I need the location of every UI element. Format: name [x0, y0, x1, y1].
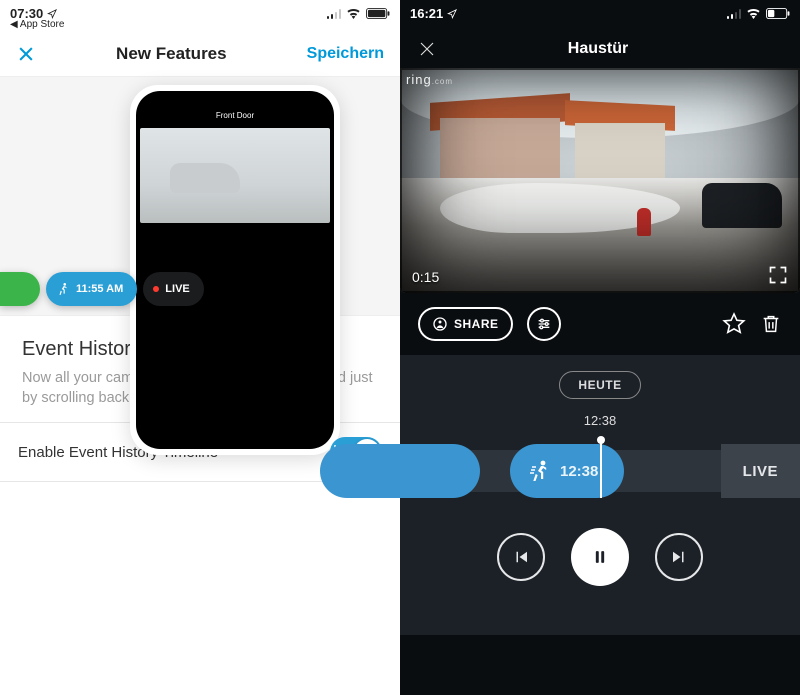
close-icon — [418, 40, 436, 58]
favorite-button[interactable] — [722, 312, 746, 336]
motion-icon — [56, 282, 70, 296]
event-viewer-screen: 16:21 Haustür ring.com 0:15 SHARE — [400, 0, 800, 695]
event-pill-time: 12:38 — [560, 463, 598, 480]
camera-title: Haustür — [568, 40, 628, 58]
previous-button[interactable] — [497, 533, 545, 581]
star-icon — [722, 312, 746, 336]
close-button[interactable] — [16, 44, 36, 64]
pause-icon — [590, 547, 610, 567]
live-tile[interactable]: LIVE — [721, 444, 800, 498]
skip-next-icon — [670, 548, 688, 566]
cellular-icon — [327, 9, 342, 19]
playback-controls — [400, 528, 800, 586]
motion-icon — [528, 459, 552, 483]
live-chip: LIVE — [143, 272, 203, 306]
fullscreen-button[interactable] — [768, 265, 788, 285]
battery-icon — [366, 8, 390, 19]
video-preview[interactable]: ring.com 0:15 — [400, 68, 800, 293]
event-pill-previous[interactable] — [320, 444, 480, 498]
location-icon — [447, 9, 457, 19]
skip-previous-icon — [512, 548, 530, 566]
playhead-timestamp: 12:38 — [400, 413, 800, 428]
share-icon — [432, 316, 448, 332]
action-bar: SHARE — [400, 293, 800, 355]
close-button[interactable] — [418, 40, 436, 58]
timeline-panel: HEUTE 12:38 12:38 LIVE — [400, 355, 800, 635]
cellular-icon — [727, 9, 742, 19]
wifi-icon — [746, 8, 761, 19]
battery-icon — [766, 8, 790, 19]
live-dot-icon — [153, 286, 159, 292]
status-time: 16:21 — [410, 6, 443, 21]
sliders-icon — [536, 316, 552, 332]
feature-illustration: Front Door 11:55 AM LIVE — [0, 76, 400, 316]
nav-bar: Haustür — [400, 36, 800, 68]
fullscreen-icon — [768, 265, 788, 285]
page-title: New Features — [116, 44, 227, 64]
event-timeline[interactable]: 12:38 LIVE — [400, 438, 800, 498]
ring-watermark: ring.com — [406, 72, 453, 87]
event-chip-time: 11:55 AM — [76, 283, 123, 295]
settings-screen: 07:30 ◀ App Store New Features Speichern… — [0, 0, 400, 695]
filter-button[interactable] — [527, 307, 561, 341]
wifi-icon — [346, 8, 361, 19]
delete-button[interactable] — [760, 312, 782, 336]
status-bar: 07:30 ◀ App Store — [0, 0, 400, 36]
nav-bar: New Features Speichern — [0, 36, 400, 76]
close-icon — [16, 44, 36, 64]
save-button[interactable]: Speichern — [307, 45, 384, 63]
next-button[interactable] — [655, 533, 703, 581]
back-to-app[interactable]: ◀ App Store — [10, 19, 64, 30]
status-bar: 16:21 — [400, 0, 800, 36]
share-button[interactable]: SHARE — [418, 307, 513, 341]
phone-mockup: Front Door — [130, 85, 340, 455]
location-icon — [47, 9, 57, 19]
trash-icon — [760, 312, 782, 336]
playhead-indicator[interactable] — [600, 438, 602, 498]
date-pill[interactable]: HEUTE — [559, 371, 640, 399]
event-pill-current[interactable]: 12:38 — [510, 444, 624, 498]
event-chip-prev — [0, 272, 40, 306]
pause-button[interactable] — [571, 528, 629, 586]
event-chip-motion: 11:55 AM — [46, 272, 137, 306]
playback-elapsed: 0:15 — [412, 269, 439, 285]
mock-camera-label: Front Door — [136, 111, 334, 124]
